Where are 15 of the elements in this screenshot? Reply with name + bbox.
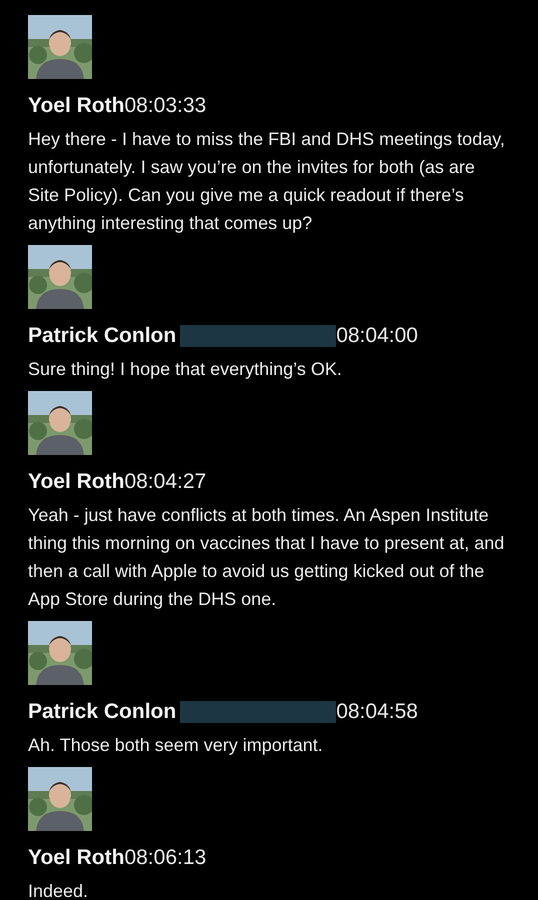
timestamp: 08:04:27 xyxy=(124,470,206,494)
timestamp: 08:03:33 xyxy=(124,94,206,118)
sender-name: Yoel Roth xyxy=(28,94,124,118)
sender-name: Yoel Roth xyxy=(28,470,124,494)
timestamp: 08:04:58 xyxy=(336,700,418,724)
timestamp: 08:04:00 xyxy=(336,324,418,348)
sender-name: Yoel Roth xyxy=(28,846,124,870)
sender-name: Patrick Conlon xyxy=(28,700,176,724)
message-text: Sure thing! I hope that everything’s OK. xyxy=(28,358,343,381)
message-text: Hey there - I have to miss the FBI and DHS meetings today, unfortunately. I saw you’re on the invites for both (as are Site Policy). Can you give me a quick readout if there’s anything interesting that comes up? xyxy=(28,128,506,235)
timestamp: 08:06:13 xyxy=(124,846,206,870)
sender-name: Patrick Conlon xyxy=(28,324,176,348)
message-text: Indeed. xyxy=(28,880,90,900)
message-text: Yeah - just have conflicts at both times. An Aspen Institute thing this morning on vaccines that I have to present at, and then a call with Apple to avoid us getting kicked out of the App Store during the DHS one. xyxy=(28,504,506,611)
message-text: Ah. Those both seem very important. xyxy=(28,734,324,757)
